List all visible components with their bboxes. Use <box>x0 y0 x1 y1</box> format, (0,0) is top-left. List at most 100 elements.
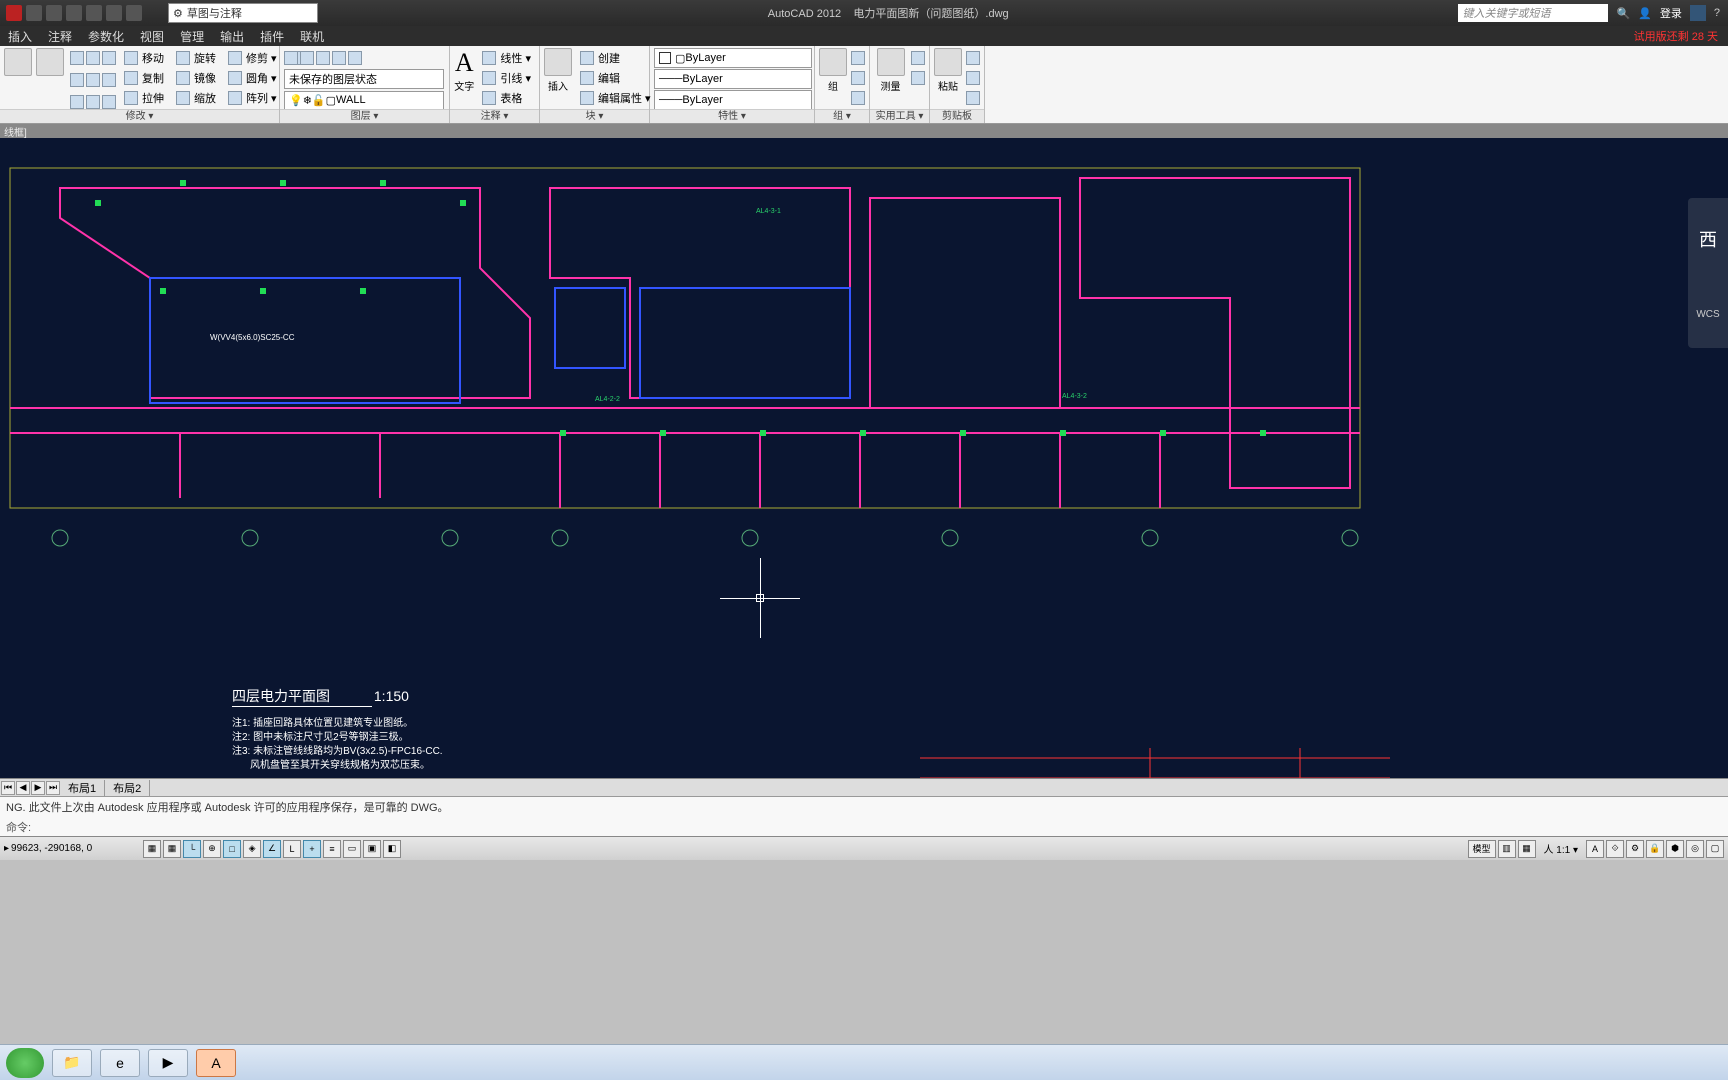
fillet-button[interactable]: 圆角 ▾ <box>224 68 281 87</box>
model-paper-toggle[interactable]: 模型 <box>1468 840 1496 858</box>
command-input-icon[interactable]: ▸ <box>4 843 9 854</box>
cut-icon[interactable] <box>966 48 980 67</box>
leader-button[interactable]: 引线 ▾ <box>478 68 535 87</box>
command-line[interactable]: NG. 此文件上次由 Autodesk 应用程序或 Autodesk 许可的应用… <box>0 796 1728 836</box>
coordinates-readout[interactable]: 99623, -290168, 0 <box>11 843 141 854</box>
hardware-accel-icon[interactable]: ⬢ <box>1666 840 1684 858</box>
sc-toggle[interactable]: ◧ <box>383 840 401 858</box>
copy-button[interactable]: 复制 <box>120 68 168 87</box>
layout-last-button[interactable]: ⏭ <box>46 781 60 795</box>
line-button[interactable] <box>4 48 32 76</box>
menu-output[interactable]: 输出 <box>220 28 244 45</box>
measure-button[interactable]: 测量 <box>874 48 907 93</box>
search-icon[interactable]: 🔍 <box>1616 7 1630 20</box>
menu-insert[interactable]: 插入 <box>8 28 32 45</box>
layer-state-dropdown[interactable]: 未保存的图层状态 <box>284 69 444 89</box>
panel-title-modify[interactable]: 修改 ▾ <box>0 109 279 123</box>
rotate-button[interactable]: 旋转 <box>172 48 220 67</box>
workspace-selector[interactable]: 草图与注释 <box>168 3 318 23</box>
dim-linear-button[interactable]: 线性 ▾ <box>478 48 535 67</box>
quickview-drawings-icon[interactable]: ▦ <box>1518 840 1536 858</box>
help-icon[interactable]: ? <box>1714 7 1720 19</box>
panel-title-group[interactable]: 组 ▾ <box>815 109 869 123</box>
layout-prev-button[interactable]: ◀ <box>16 781 30 795</box>
panel-title-annotation[interactable]: 注释 ▾ <box>450 109 539 123</box>
quickview-layouts-icon[interactable]: ▥ <box>1498 840 1516 858</box>
edit-block-button[interactable]: 编辑 <box>576 68 655 87</box>
annotation-scale[interactable]: 人 1:1 ▾ <box>1544 841 1578 856</box>
signin-button[interactable]: 登录 <box>1660 5 1682 21</box>
current-layer-dropdown[interactable]: 💡❄🔓▢ WALL <box>284 91 444 111</box>
color-dropdown[interactable]: ▢ ByLayer <box>654 48 812 68</box>
tab-layout2[interactable]: 布局2 <box>105 780 150 796</box>
edit-attr-button[interactable]: 编辑属性 ▾ <box>576 88 655 107</box>
arc-button[interactable] <box>36 48 64 76</box>
table-button[interactable]: 表格 <box>478 88 535 107</box>
qp-toggle[interactable]: ▣ <box>363 840 381 858</box>
match-prop-icon[interactable] <box>966 88 980 107</box>
stretch-button[interactable]: 拉伸 <box>120 88 168 107</box>
copy-clip-icon[interactable] <box>966 68 980 87</box>
taskbar-browser[interactable]: e <box>100 1049 140 1077</box>
taskbar-autocad[interactable]: A <box>196 1049 236 1077</box>
drawing-canvas[interactable]: 四层电力平面图 1:150 注1: 插座回路具体位置见建筑专业图纸。 注2: 图… <box>0 138 1728 778</box>
menu-manage[interactable]: 管理 <box>180 28 204 45</box>
scale-button[interactable]: 缩放 <box>172 88 220 107</box>
start-button[interactable] <box>6 1048 44 1078</box>
group-button[interactable]: 组 <box>819 48 847 93</box>
create-block-button[interactable]: 创建 <box>576 48 655 67</box>
lineweight-dropdown[interactable]: ─── ByLayer <box>654 90 812 110</box>
exchange-icon[interactable] <box>1690 5 1706 21</box>
ducs-toggle[interactable]: L <box>283 840 301 858</box>
qat-plot-icon[interactable] <box>126 5 142 21</box>
layout-next-button[interactable]: ▶ <box>31 781 45 795</box>
qcalc-icon[interactable] <box>911 68 925 87</box>
mirror-button[interactable]: 镜像 <box>172 68 220 87</box>
qat-save-icon[interactable] <box>66 5 82 21</box>
qat-new-icon[interactable] <box>26 5 42 21</box>
paste-button[interactable]: 粘贴 <box>934 48 962 93</box>
ungroup-icon[interactable] <box>851 68 865 87</box>
osnap3d-toggle[interactable]: ◈ <box>243 840 261 858</box>
text-button[interactable]: A文字 <box>454 48 474 93</box>
anno-autoscale-icon[interactable]: ⟐ <box>1606 840 1624 858</box>
menu-online[interactable]: 联机 <box>300 28 324 45</box>
qat-undo-icon[interactable] <box>86 5 102 21</box>
qat-redo-icon[interactable] <box>106 5 122 21</box>
panel-title-layers[interactable]: 图层 ▾ <box>280 109 449 123</box>
ortho-toggle[interactable]: └ <box>183 840 201 858</box>
select-all-icon[interactable] <box>911 48 925 67</box>
grid-toggle[interactable]: ▦ <box>163 840 181 858</box>
group-edit-icon[interactable] <box>851 48 865 67</box>
tab-layout1[interactable]: 布局1 <box>60 780 105 796</box>
panel-title-properties[interactable]: 特性 ▾ <box>650 109 814 123</box>
help-search-input[interactable]: 键入关键字或短语 <box>1458 4 1608 22</box>
dyn-toggle[interactable]: + <box>303 840 321 858</box>
array-button[interactable]: 阵列 ▾ <box>224 88 281 107</box>
viewcube-face[interactable]: 西 <box>1699 226 1717 252</box>
qat-open-icon[interactable] <box>46 5 62 21</box>
menu-parametric[interactable]: 参数化 <box>88 28 124 45</box>
workspace-switch-icon[interactable]: ⚙ <box>1626 840 1644 858</box>
trim-button[interactable]: 修剪 ▾ <box>224 48 281 67</box>
navigation-bar[interactable]: 西 WCS <box>1688 198 1728 348</box>
move-button[interactable]: 移动 <box>120 48 168 67</box>
menu-plugins[interactable]: 插件 <box>260 28 284 45</box>
tpy-toggle[interactable]: ▭ <box>343 840 361 858</box>
panel-title-clipboard[interactable]: 剪贴板 <box>930 109 984 123</box>
group-select-icon[interactable] <box>851 88 865 107</box>
panel-title-block[interactable]: 块 ▾ <box>540 109 649 123</box>
taskbar-media[interactable]: ▶ <box>148 1049 188 1077</box>
osnap-toggle[interactable]: □ <box>223 840 241 858</box>
signin-icon[interactable]: 👤 <box>1638 7 1652 20</box>
panel-title-utilities[interactable]: 实用工具 ▾ <box>870 109 929 123</box>
menu-annotate[interactable]: 注释 <box>48 28 72 45</box>
otrack-toggle[interactable]: ∠ <box>263 840 281 858</box>
layout-first-button[interactable]: ⏮ <box>1 781 15 795</box>
menu-view[interactable]: 视图 <box>140 28 164 45</box>
snap-toggle[interactable]: ▦ <box>143 840 161 858</box>
taskbar-explorer[interactable]: 📁 <box>52 1049 92 1077</box>
app-menu-button[interactable] <box>6 5 22 21</box>
isolate-objects-icon[interactable]: ◎ <box>1686 840 1704 858</box>
polar-toggle[interactable]: ⊕ <box>203 840 221 858</box>
